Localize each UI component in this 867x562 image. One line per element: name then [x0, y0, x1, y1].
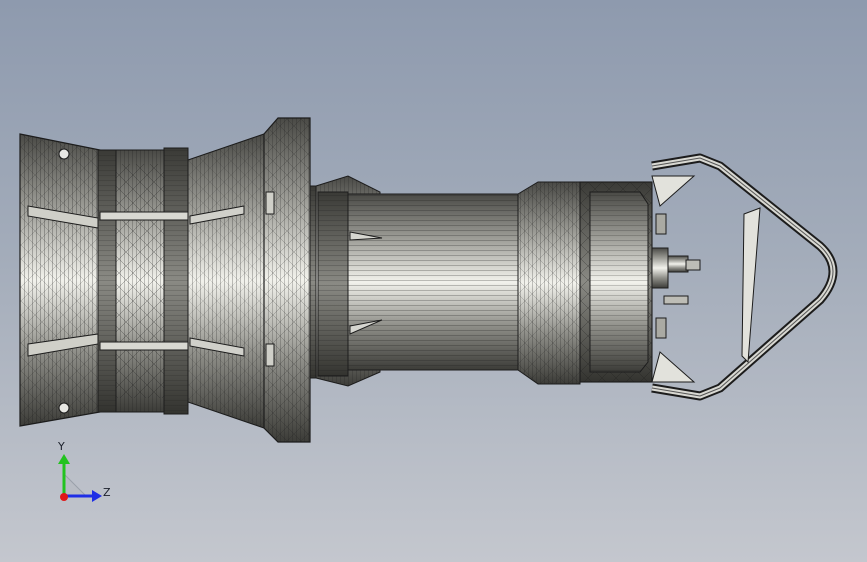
main-flange	[263, 117, 311, 443]
strainer-cage	[97, 147, 189, 415]
lifting-bail	[651, 153, 838, 401]
triad-graphic	[58, 454, 102, 502]
x-axis-dot	[60, 493, 68, 501]
end-cap	[579, 181, 653, 383]
orientation-triad[interactable]: Y Z	[40, 436, 130, 516]
cable-glands	[651, 213, 701, 339]
pump-assembly-model[interactable]	[0, 0, 867, 562]
motor-body	[347, 193, 519, 371]
z-axis-label: Z	[103, 486, 111, 499]
y-axis-label: Y	[58, 440, 65, 453]
diffuser-cone	[187, 133, 265, 429]
motor-end-flare	[517, 181, 581, 385]
graphics-viewport[interactable]: Y Z	[0, 0, 867, 562]
inlet-bell	[19, 133, 101, 427]
